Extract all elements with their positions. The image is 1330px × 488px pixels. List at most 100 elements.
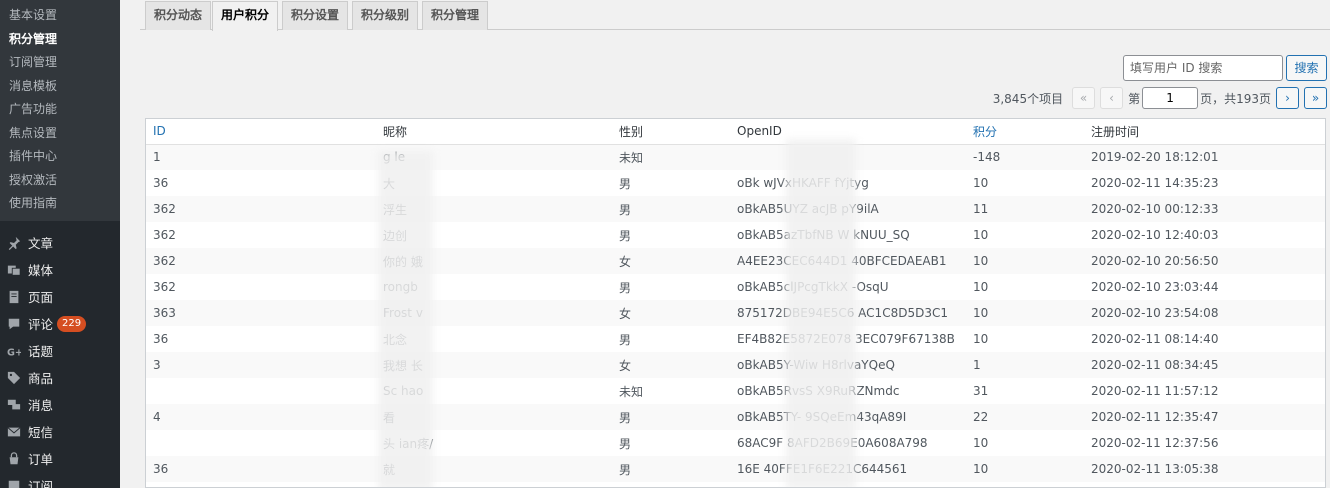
tag-icon: [6, 370, 22, 386]
cell-points: 31: [973, 384, 989, 398]
cell-nickname: 看: [383, 404, 619, 430]
comment-icon: [6, 316, 22, 332]
tab-2[interactable]: 积分设置: [282, 1, 349, 30]
cell-id: 4: [146, 404, 383, 430]
submenu-item[interactable]: 订阅管理: [0, 51, 120, 75]
cell-openid: oBkAB5UYZ acJB pY9ilA: [737, 196, 973, 222]
cell-id: 362: [153, 228, 176, 242]
table-row: 36 大 男 oBk wJVxHKAFF fYjtyg 10 2020-02-11 14:…: [146, 170, 1325, 196]
search-button[interactable]: 搜索: [1286, 55, 1327, 81]
table-row: 36 北念 男 EF4B82E5872E078 3EC079F67138B 10 2020…: [146, 326, 1325, 352]
svg-text:G+: G+: [7, 347, 21, 358]
media-icon: [6, 262, 22, 278]
cell-points: 10: [973, 228, 989, 242]
cell-registered: 2020-02-11 08:34:45: [1091, 352, 1325, 378]
cell-nickname: 我想 长: [383, 352, 619, 378]
cell-registered: 2020-02-10 20:56:50: [1091, 248, 1325, 274]
menu-item[interactable]: 短信: [0, 418, 120, 445]
cell-gender: 男: [619, 196, 737, 222]
cell-nickname: 你的 娥: [383, 248, 619, 274]
plugin-submenu: 基本设置 积分管理 订阅管理 消息模板 广告功能 焦点设置 插件中心 授权激活 使用指南: [0, 0, 120, 221]
current-page-input[interactable]: [1142, 87, 1199, 109]
submenu-item[interactable]: 广告功能: [0, 98, 120, 122]
menu-item-label: 短信: [28, 425, 54, 440]
cell-openid: EF4B82E5872E078 3EC079F67138B: [737, 332, 955, 346]
menu-item-label: 页面: [28, 290, 54, 305]
cell-nickname: g le: [383, 144, 619, 170]
submenu-item[interactable]: 积分管理: [0, 28, 120, 52]
cell-points: 11: [973, 196, 1091, 222]
cell-registered: 2020-02-11 14:35:23: [1091, 176, 1219, 190]
cell-id: [146, 378, 383, 404]
cell-gender: 未知: [619, 384, 644, 399]
submenu-item[interactable]: 基本设置: [0, 4, 120, 28]
submenu-item[interactable]: 消息模板: [0, 75, 120, 99]
tab-0[interactable]: 积分动态: [145, 1, 212, 30]
next-page-button[interactable]: ›: [1276, 87, 1299, 109]
menu-item[interactable]: 商品: [0, 364, 120, 391]
cell-points: 10: [973, 300, 1091, 326]
cell-registered: 2020-02-10 12:40:03: [1091, 228, 1219, 242]
cell-gender: 男: [619, 228, 632, 243]
cell-gender: 女: [619, 352, 737, 378]
cell-registered: 2019-02-20 18:12:01: [1091, 144, 1325, 170]
table-header-row: ID 昵称 性别 OpenID 积分 注册时间: [146, 119, 1325, 145]
pin-icon: [6, 235, 22, 251]
menu-item-label: 订单: [28, 452, 54, 467]
table-row: 362 浮生男 oBkAB5UYZ acJB pY9ilA 11 2020-02-10 …: [146, 196, 1325, 222]
cell-gender: 男: [619, 436, 632, 451]
pagination: 3,845个项目 « ‹ 第 页，共193页 › »: [993, 87, 1327, 109]
cell-id: 36: [153, 176, 169, 190]
cell-openid: oBkAB5RvsS X9RuRZNmdc: [737, 384, 900, 398]
cell-gender: 男: [619, 404, 737, 430]
admin-main-menu: 文章媒体页面评论229 G+ 话题商品消息短信订单订阅: [0, 221, 120, 488]
submenu-item[interactable]: 插件中心: [0, 145, 120, 169]
menu-item[interactable]: G+ 话题: [0, 337, 120, 364]
column-header-openid: OpenID: [737, 119, 973, 145]
cell-registered: 2020-02-10 00:12:33: [1091, 196, 1325, 222]
submenu-item[interactable]: 授权激活: [0, 169, 120, 193]
table-row: 36 就男 16E 40FFE1F6E221C644561 10 2020-02-11 …: [146, 456, 1325, 482]
table-row: 362 边创 男 oBkAB5azTbfNB W kNUU_SQ 10 2020-02-1…: [146, 222, 1325, 248]
tab-4[interactable]: 积分管理: [422, 1, 489, 30]
menu-item[interactable]: 评论 229: [0, 310, 120, 337]
menu-item-label: 媒体: [28, 263, 54, 278]
column-header-nickname: 昵称: [383, 119, 619, 145]
cell-registered: 2020-02-11 11:57:12: [1091, 384, 1219, 398]
search-input[interactable]: [1123, 55, 1283, 81]
submenu-item[interactable]: 焦点设置: [0, 122, 120, 146]
cell-nickname: rongb: [383, 280, 418, 294]
table-row: 363 Frost v 女 875172DBE94E5C6 AC1C8D5D3C1 10…: [146, 300, 1325, 326]
tab-3[interactable]: 积分级别: [352, 1, 419, 30]
menu-item-label: 商品: [28, 371, 54, 386]
total-items-count: 3,845个项目: [992, 91, 1064, 106]
cell-registered: 2020-02-11 13:05:38: [1091, 456, 1325, 482]
menu-item-label: 评论: [28, 317, 54, 332]
menu-item-label: 话题: [28, 344, 54, 359]
cell-nickname: 就: [383, 456, 619, 482]
prev-page-button: ‹: [1100, 87, 1124, 109]
submenu-item[interactable]: 使用指南: [0, 192, 120, 216]
last-page-button[interactable]: »: [1304, 87, 1327, 109]
column-header-id[interactable]: ID: [146, 119, 383, 145]
cell-id: 362: [146, 196, 383, 222]
cell-id: 362: [153, 280, 176, 294]
menu-item[interactable]: 文章: [0, 229, 120, 256]
cell-openid: oBkAB5clJPcgTkkX -OsqU: [737, 280, 889, 294]
tab-1[interactable]: 用户积分: [212, 1, 279, 31]
menu-item[interactable]: 订阅: [0, 472, 120, 488]
cell-id: [146, 430, 383, 456]
menu-item[interactable]: 订单: [0, 445, 120, 472]
list-icon: [6, 478, 22, 488]
cell-openid: oBkAB5azTbfNB W kNUU_SQ: [737, 228, 910, 242]
cell-nickname: Sc hao: [383, 384, 424, 398]
menu-item[interactable]: 页面: [0, 283, 120, 310]
menu-item[interactable]: 消息: [0, 391, 120, 418]
cell-registered: 2020-02-10 23:54:08: [1091, 300, 1325, 326]
column-header-points[interactable]: 积分: [973, 119, 1091, 145]
cell-gender: 未知: [619, 144, 737, 170]
cell-id: 363: [146, 300, 383, 326]
menu-item[interactable]: 媒体: [0, 256, 120, 283]
cell-points: 10: [973, 436, 989, 450]
cell-nickname: 浮生: [383, 196, 619, 222]
